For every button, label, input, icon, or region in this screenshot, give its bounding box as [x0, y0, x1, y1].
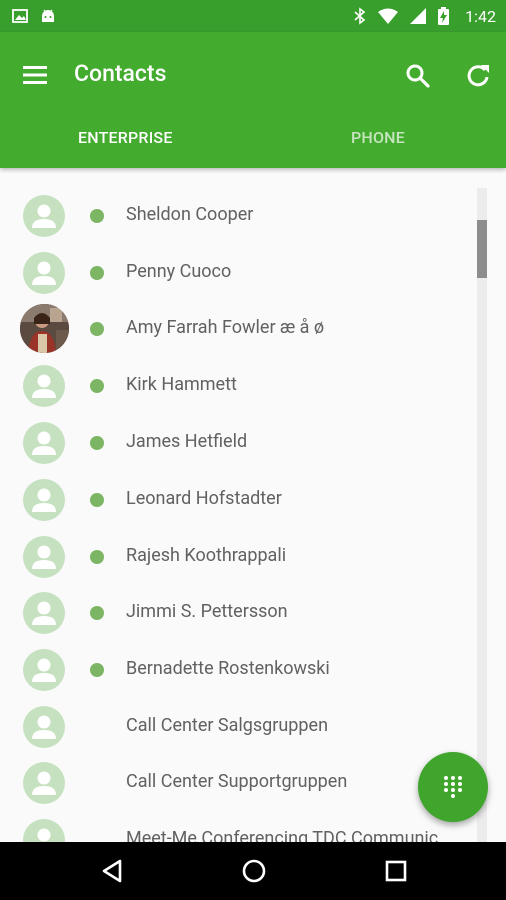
status-bar-left [12, 8, 56, 24]
person-icon [32, 431, 56, 455]
online-status-dot [90, 379, 104, 393]
home-button[interactable] [240, 857, 268, 885]
person-icon [32, 204, 56, 228]
bluetooth-icon [354, 7, 366, 25]
refresh-icon [467, 65, 489, 87]
online-status-dot [90, 606, 104, 620]
avatar [23, 479, 65, 521]
page-title: Contacts [74, 60, 167, 87]
person-icon [32, 261, 56, 285]
contact-row-penny-cuoco[interactable]: Penny Cuoco [0, 245, 470, 301]
online-status-dot [90, 550, 104, 564]
online-status-dot [90, 663, 104, 677]
menu-button[interactable] [22, 64, 48, 86]
recents-button[interactable] [382, 857, 410, 885]
dialpad-icon [444, 776, 462, 798]
contact-name: Meet-Me Conferencing TDC Communic [126, 828, 439, 842]
online-status-dot [90, 266, 104, 280]
avatar [23, 252, 65, 294]
back-icon [102, 859, 122, 883]
search-icon [406, 64, 430, 88]
contact-row-leonard-hofstadter[interactable]: Leonard Hofstadter [0, 472, 470, 528]
contact-row-rajesh-koothrappali[interactable]: Rajesh Koothrappali [0, 529, 470, 585]
recents-icon [385, 860, 407, 882]
app-bar: Contacts ENTERPRISE PHONE [0, 32, 506, 168]
navigation-bar [0, 842, 506, 900]
contact-name: Amy Farrah Fowler æ å ø [126, 317, 325, 338]
contact-name: Call Center Supportgruppen [126, 771, 348, 792]
contact-name: Penny Cuoco [126, 261, 232, 282]
contact-name: Sheldon Cooper [126, 204, 254, 225]
avatar [23, 819, 65, 842]
image-icon [12, 9, 28, 23]
contact-name: Kirk Hammett [126, 374, 237, 395]
search-button[interactable] [404, 62, 432, 90]
contact-row-call-center-supportgruppen[interactable]: Call Center Supportgruppen [0, 755, 470, 811]
contact-row-meet-me-conferencing[interactable]: Meet-Me Conferencing TDC Communic [0, 812, 470, 842]
battery-charging-icon [438, 7, 450, 25]
contact-list[interactable]: Sheldon Cooper Penny Cuoco Amy Farrah Fo… [0, 188, 506, 842]
tab-phone[interactable]: PHONE [351, 128, 405, 147]
contact-row-amy-farrah-fowler[interactable]: Amy Farrah Fowler æ å ø [0, 301, 470, 357]
contact-row-jimmi-pettersson[interactable]: Jimmi S. Pettersson [0, 585, 470, 641]
refresh-button[interactable] [464, 62, 492, 90]
avatar [23, 592, 65, 634]
person-icon [37, 828, 51, 842]
contact-row-sheldon-cooper[interactable]: Sheldon Cooper [0, 188, 470, 244]
avatar [23, 422, 65, 464]
status-bar-right: 1:42 [354, 7, 496, 26]
contact-name: Call Center Salgsgruppen [126, 715, 329, 736]
person-icon [32, 545, 56, 569]
contact-row-kirk-hammett[interactable]: Kirk Hammett [0, 358, 470, 414]
person-icon [32, 715, 56, 739]
avatar [23, 762, 65, 804]
person-icon [32, 374, 56, 398]
menu-icon [23, 66, 47, 84]
dialpad-fab-button[interactable] [418, 752, 488, 822]
person-icon [32, 488, 56, 512]
status-time: 1:42 [465, 6, 496, 26]
contact-name: Leonard Hofstadter [126, 488, 282, 509]
wifi-icon [378, 8, 399, 24]
online-status-dot [90, 209, 104, 223]
tab-indicator [0, 165, 253, 168]
status-bar: 1:42 [0, 0, 506, 32]
avatar [23, 536, 65, 578]
person-icon [32, 601, 56, 625]
contact-row-james-hetfield[interactable]: James Hetfield [0, 415, 470, 471]
contact-name: Jimmi S. Pettersson [126, 601, 288, 622]
contact-name: Bernadette Rostenkowski [126, 658, 330, 679]
avatar [23, 706, 65, 748]
contact-row-call-center-salgsgruppen[interactable]: Call Center Salgsgruppen [0, 699, 470, 755]
home-icon [242, 859, 266, 883]
back-button[interactable] [98, 857, 126, 885]
contact-name: Rajesh Koothrappali [126, 545, 287, 566]
online-status-dot [90, 493, 104, 507]
scrollbar-track[interactable] [477, 188, 487, 842]
person-icon [32, 771, 56, 795]
avatar-photo [20, 304, 69, 353]
photo-avatar-image [20, 304, 69, 353]
android-icon [42, 9, 54, 22]
person-icon [32, 658, 56, 682]
tab-enterprise[interactable]: ENTERPRISE [78, 128, 173, 147]
online-status-dot [90, 322, 104, 336]
online-status-dot [90, 436, 104, 450]
avatar [23, 649, 65, 691]
contact-name: James Hetfield [126, 431, 248, 452]
contact-row-bernadette-rostenkowski[interactable]: Bernadette Rostenkowski [0, 642, 470, 698]
avatar [23, 365, 65, 407]
signal-icon [410, 8, 427, 24]
scrollbar-thumb[interactable] [477, 220, 487, 278]
avatar [23, 195, 65, 237]
